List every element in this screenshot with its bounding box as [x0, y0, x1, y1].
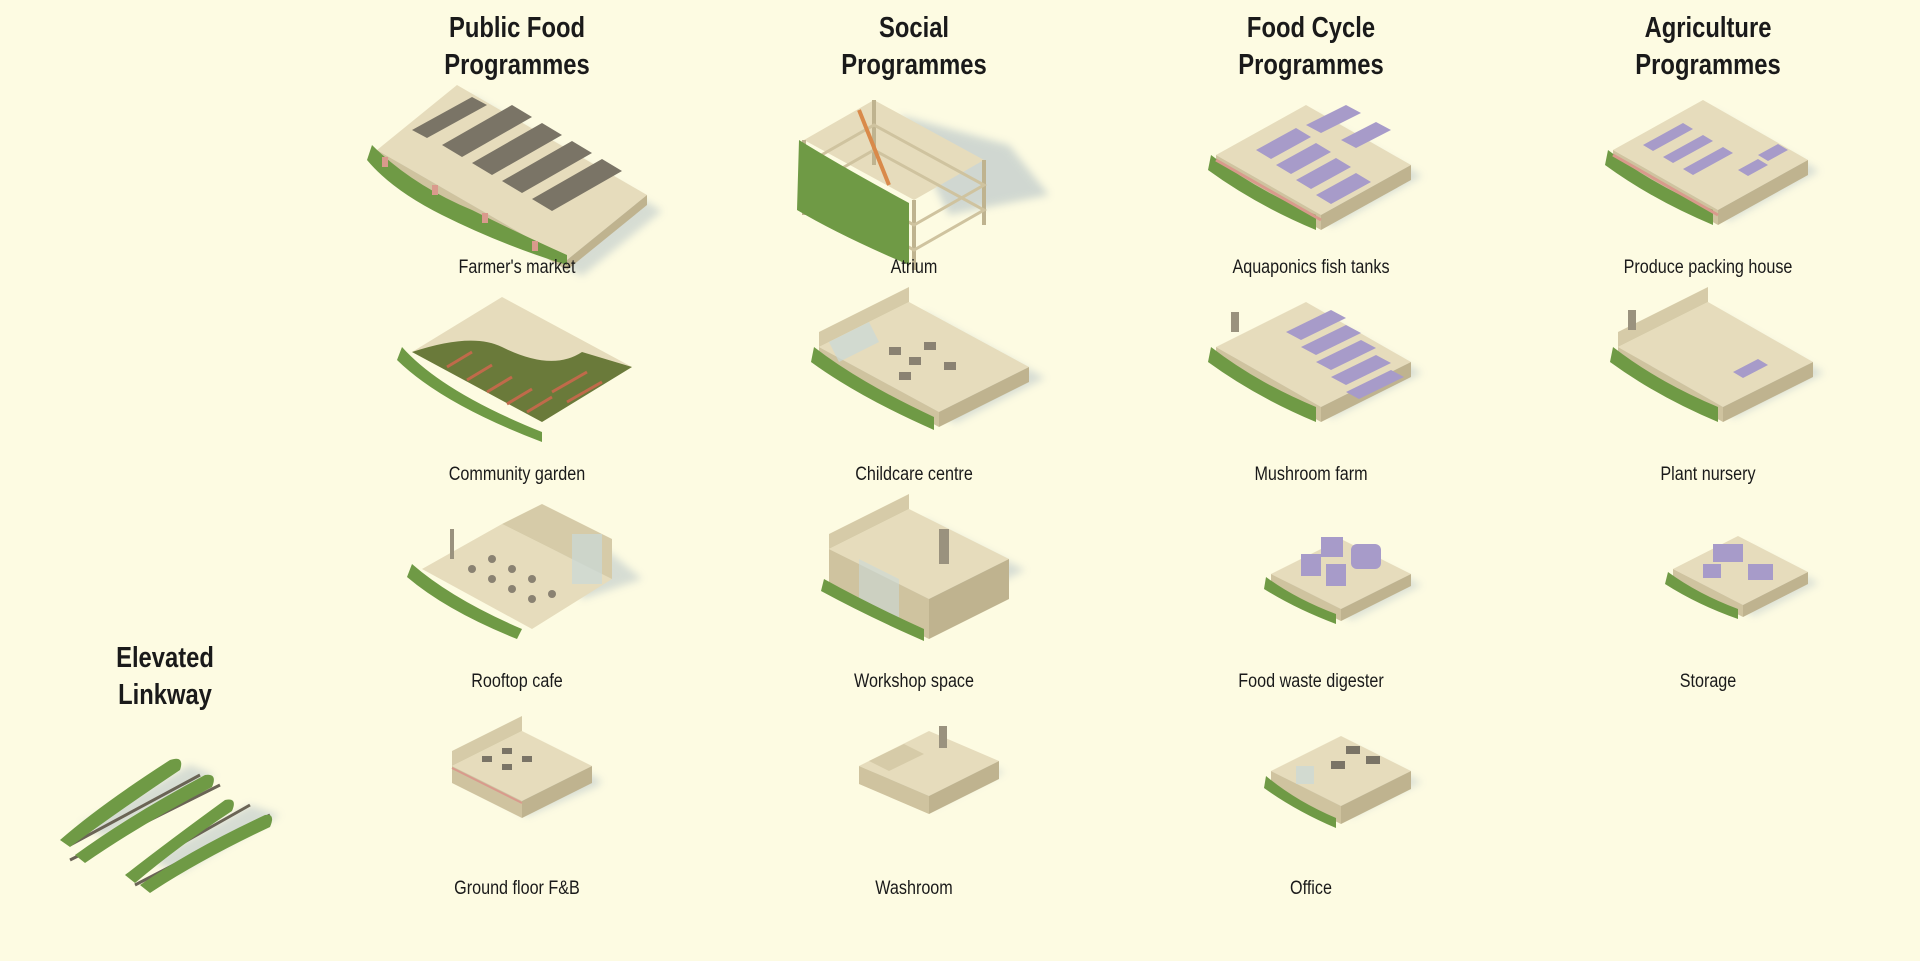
ground-floor-fnb-illustration: [451, 716, 602, 818]
item-aquaponics-fish-tanks: Aquaponics fish tanks: [1146, 85, 1476, 285]
caption: Aquaponics fish tanks: [1232, 257, 1390, 278]
caption: Produce packing house: [1623, 257, 1793, 278]
caption: Office: [1290, 878, 1332, 899]
item-storage: Storage: [1543, 499, 1873, 699]
produce-packing-house-illustration: [1605, 100, 1819, 225]
caption: Workshop space: [853, 671, 974, 692]
header-social: Social Programmes: [807, 10, 1020, 84]
item-childcare-centre: Childcare centre: [749, 287, 1079, 492]
aquaponics-illustration: [1208, 105, 1422, 230]
storage-illustration: [1665, 536, 1819, 619]
caption: Mushroom farm: [1254, 464, 1368, 485]
caption: Washroom: [875, 878, 953, 899]
item-washroom: Washroom: [749, 706, 1079, 906]
header-agriculture: Agriculture Programmes: [1601, 10, 1814, 84]
plant-nursery-illustration: [1610, 287, 1824, 422]
header-elevated-linkway: Elevated Linkway: [63, 640, 268, 714]
item-mushroom-farm: Mushroom farm: [1146, 292, 1476, 492]
item-farmers-market: Farmer's market: [352, 85, 682, 285]
atrium-illustration: [797, 100, 1049, 270]
header-line-2: Programmes: [1635, 49, 1781, 81]
mushroom-farm-illustration: [1208, 302, 1422, 422]
caption: Storage: [1679, 671, 1737, 692]
caption: Food waste digester: [1238, 671, 1384, 692]
caption: Rooftop cafe: [471, 671, 563, 692]
item-workshop-space: Workshop space: [749, 494, 1079, 699]
washroom-illustration: [859, 726, 1005, 814]
item-ground-floor-fnb: Ground floor F&B: [352, 706, 682, 906]
caption: Plant nursery: [1660, 464, 1756, 485]
header-line-1: Elevated: [116, 642, 214, 674]
header-line-2: Linkway: [118, 679, 212, 711]
header-line-1: Public Food: [448, 12, 586, 44]
header-food-cycle: Food Cycle Programmes: [1204, 10, 1417, 84]
item-food-waste-digester: Food waste digester: [1146, 499, 1476, 699]
community-garden-illustration: [397, 297, 632, 442]
caption: Atrium: [890, 257, 938, 278]
header-line-1: Social: [878, 12, 950, 44]
header-line-2: Programmes: [841, 49, 987, 81]
food-waste-digester-illustration: [1264, 537, 1422, 624]
childcare-centre-illustration: [811, 287, 1045, 430]
header-line-1: Food Cycle: [1246, 12, 1376, 44]
workshop-space-illustration: [821, 494, 1025, 641]
item-office: Office: [1146, 706, 1476, 906]
item-plant-nursery: Plant nursery: [1543, 287, 1873, 492]
item-produce-packing-house: Produce packing house: [1543, 85, 1873, 285]
item-community-garden: Community garden: [352, 292, 682, 492]
rooftop-cafe-illustration: [407, 504, 642, 639]
elevated-linkway-illustration: [40, 745, 300, 905]
header-line-1: Agriculture: [1644, 12, 1772, 44]
item-rooftop-cafe: Rooftop cafe: [352, 499, 682, 699]
header-line-2: Programmes: [444, 49, 590, 81]
linkway-svg: [60, 758, 280, 893]
caption: Childcare centre: [855, 464, 973, 485]
caption: Farmer's market: [458, 257, 576, 278]
caption: Ground floor F&B: [454, 878, 580, 899]
header-public-food: Public Food Programmes: [410, 10, 623, 84]
farmers-market-illustration: [367, 85, 662, 276]
office-illustration: [1264, 736, 1422, 828]
item-atrium: Atrium: [749, 85, 1079, 285]
caption: Community garden: [448, 464, 586, 485]
header-line-2: Programmes: [1238, 49, 1384, 81]
